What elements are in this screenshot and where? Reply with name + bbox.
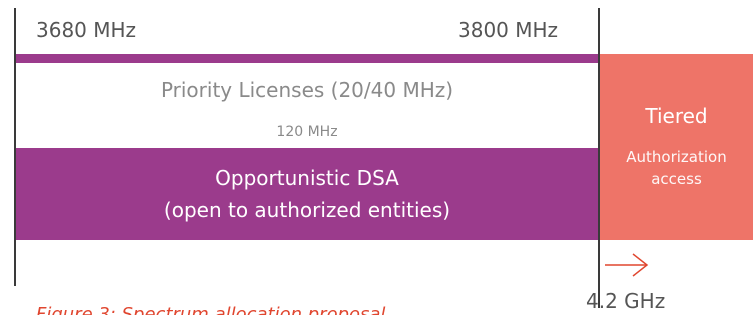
tiered-line2: access <box>651 170 702 188</box>
opportunistic-dsa-block: Opportunistic DSA (open to authorized en… <box>16 148 598 240</box>
freq-start-label: 3680 MHz <box>36 18 137 42</box>
priority-bandwidth-label: 120 MHz <box>276 124 338 140</box>
opportunistic-line2: (open to authorized entities) <box>163 198 451 222</box>
freq-upper-label: 4.2 GHz <box>586 289 666 313</box>
spectrum-diagram: 3680 MHz 3800 MHz Priority Licenses (20/… <box>0 0 753 315</box>
tiered-subtitle: Authorization access <box>626 146 726 190</box>
tiered-title: Tiered <box>645 104 708 128</box>
priority-licenses-label: Priority Licenses (20/40 MHz) <box>160 78 454 102</box>
opportunistic-line1: Opportunistic DSA <box>215 166 399 190</box>
figure-caption: Figure 3: Spectrum allocation proposal..… <box>36 304 403 315</box>
tiered-authorization-block: Tiered Authorization access <box>600 54 753 240</box>
left-boundary-line <box>14 8 16 286</box>
tiered-line1: Authorization <box>626 148 727 166</box>
freq-end-label: 3800 MHz <box>458 18 559 42</box>
priority-band-bar <box>16 54 598 63</box>
arrow-right-icon <box>605 253 649 277</box>
